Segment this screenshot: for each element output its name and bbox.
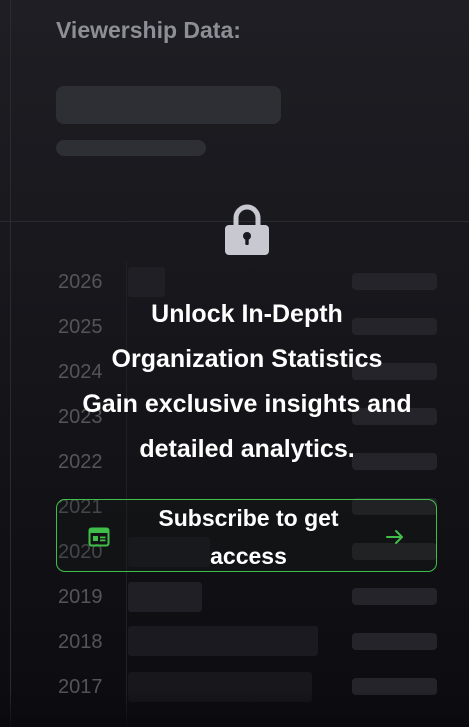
paywall-headline-line1: Unlock In-Depth [151,300,343,328]
skeleton-placeholder-small [56,140,206,156]
paywall-subline-line1: Gain exclusive insights and [82,390,412,418]
blurred-bar [128,626,318,656]
divider-vertical [10,0,11,727]
blurred-value [352,633,437,650]
blurred-value [352,273,437,290]
subscribe-card-icon [88,527,110,547]
lock-icon [225,204,269,255]
blurred-value [352,588,437,605]
year-label: 2019 [58,586,103,608]
year-label: 2026 [58,271,103,293]
arrow-right-icon [386,530,403,544]
skeleton-placeholder-large [56,86,281,124]
section-title: Viewership Data: [56,17,241,43]
bottom-fade [0,690,469,727]
blurred-bar [128,582,202,612]
paywall-message: Unlock In-Depth Organization Statistics … [40,292,454,472]
year-label: 2018 [58,631,103,653]
paywall-subline-line2: detailed analytics. [139,435,355,463]
subscribe-button-label: Subscribe to get access [158,504,339,569]
subscribe-button[interactable]: Subscribe to get access [56,499,437,572]
paywall-headline-line2: Organization Statistics [111,345,383,373]
